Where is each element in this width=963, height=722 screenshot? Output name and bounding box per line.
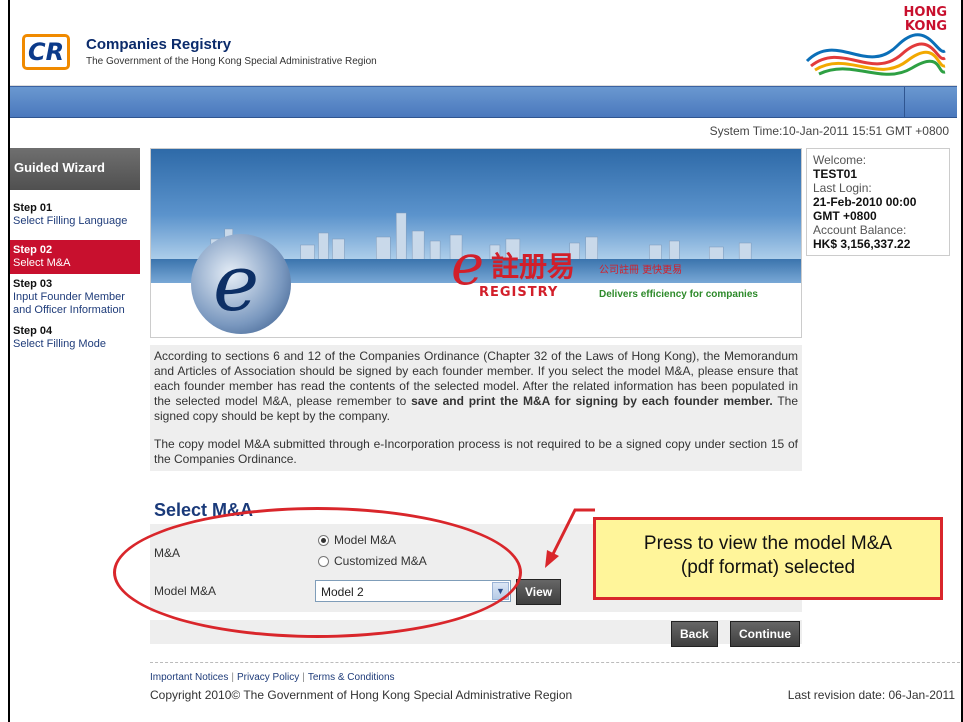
wizard-step-03[interactable]: Step 03 Input Founder Member and Officer… (10, 274, 140, 321)
e-registry-logo: e 註册易 公司註冊 更快更易 REGISTRY Delivers effici… (451, 233, 758, 300)
site-header: CR Companies Registry The Government of … (10, 6, 957, 86)
revision-date: Last revision date: 06-Jan-2011 (787, 688, 955, 702)
guided-wizard: Guided Wizard Step 01 Select Filling Lan… (10, 148, 140, 355)
last-login: 21-Feb-2010 00:00 GMT +0800 (813, 195, 917, 223)
cr-logo[interactable]: CR (22, 34, 70, 70)
instruction-para-1: According to sections 6 and 12 of the Co… (154, 349, 798, 423)
e-logo-icon: e (213, 239, 260, 329)
system-time: System Time:10-Jan-2011 15:51 GMT +0800 (709, 124, 949, 138)
radio-customized-ma[interactable]: Customized M&A (318, 554, 427, 568)
username: TEST01 (813, 167, 858, 181)
brand-hong-kong-logo: HONG KONG (797, 6, 947, 86)
user-info-box: Welcome: TEST01 Last Login: 21-Feb-2010 … (806, 148, 950, 256)
radio-unselected-icon (318, 555, 329, 567)
account-balance: HK$ 3,156,337.22 (813, 237, 911, 251)
footer-link-privacy-policy[interactable]: Privacy Policy (237, 672, 299, 683)
top-nav-bar (10, 86, 957, 118)
ma-label: M&A (154, 546, 181, 560)
instruction-para-2: The copy model M&A submitted through e-I… (154, 437, 798, 466)
model-ma-select[interactable]: Model 2 ▼ (315, 580, 511, 602)
chevron-down-icon[interactable]: ▼ (492, 582, 509, 600)
copyright-text: Copyright 2010© The Government of Hong K… (150, 688, 573, 702)
continue-button[interactable]: Continue (730, 621, 800, 647)
wizard-step-04[interactable]: Step 04 Select Filling Mode (10, 321, 140, 355)
footer-links: Important Notices | Privacy Policy | Terms &… (150, 672, 395, 683)
footer-link-important-notices[interactable]: Important Notices (150, 672, 228, 683)
model-ma-label: Model M&A (154, 584, 217, 598)
footer-link-terms[interactable]: Terms & Conditions (308, 672, 395, 683)
org-subtitle: The Government of the Hong Kong Special … (86, 56, 377, 67)
view-button[interactable]: View (516, 579, 562, 605)
section-title: Select M&A (154, 500, 254, 520)
wizard-title: Guided Wizard (10, 148, 140, 190)
hk-logo-text: HONG KONG (903, 5, 947, 34)
radio-selected-icon (318, 534, 329, 546)
wizard-step-01[interactable]: Step 01 Select Filling Language (10, 198, 140, 232)
annotation-callout: Press to view the model M&A (pdf format)… (593, 517, 943, 600)
wizard-step-02[interactable]: Step 02 Select M&A (10, 240, 140, 274)
radio-model-ma[interactable]: Model M&A (318, 533, 396, 547)
instruction-text: According to sections 6 and 12 of the Co… (150, 345, 802, 471)
org-title: Companies Registry (86, 36, 232, 53)
e-registry-banner: e e 註册易 公司註冊 更快更易 REGISTRY Delivers effi… (150, 148, 802, 338)
back-button[interactable]: Back (671, 621, 718, 647)
